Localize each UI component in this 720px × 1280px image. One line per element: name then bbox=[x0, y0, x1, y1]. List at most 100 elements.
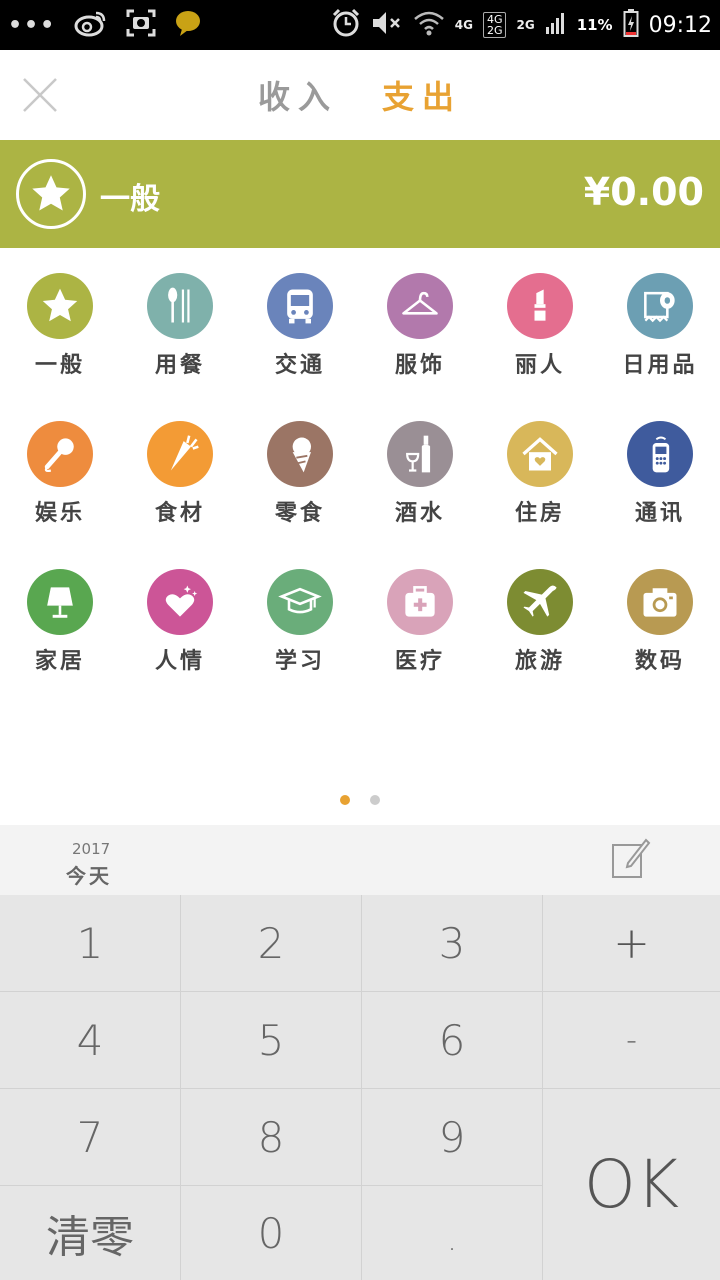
muted-volume-icon bbox=[371, 9, 403, 41]
key-3[interactable]: 3 bbox=[362, 895, 543, 992]
category-item[interactable]: 人情 bbox=[120, 544, 240, 684]
category-item[interactable]: 服饰 bbox=[360, 248, 480, 388]
category-label: 学习 bbox=[274, 648, 325, 674]
category-item[interactable]: 学习 bbox=[240, 544, 360, 684]
heart-sparkle-icon bbox=[147, 569, 213, 635]
category-label: 酒水 bbox=[394, 500, 445, 526]
category-item[interactable]: 娱乐 bbox=[0, 396, 120, 536]
selected-category-banner: 一般 ¥0.00 bbox=[0, 140, 720, 248]
airplane-icon bbox=[507, 569, 573, 635]
key-plus[interactable]: + bbox=[543, 895, 720, 992]
category-item[interactable]: 医疗 bbox=[360, 544, 480, 684]
category-item[interactable]: 食材 bbox=[120, 396, 240, 536]
key-4[interactable]: 4 bbox=[0, 992, 181, 1089]
category-item[interactable]: 通讯 bbox=[600, 396, 720, 536]
more-notifications-icon: ••• bbox=[8, 12, 57, 38]
selected-category-name: 一般 bbox=[100, 182, 160, 217]
category-item[interactable]: 家居 bbox=[0, 544, 120, 684]
amount-display: ¥0.00 bbox=[583, 170, 704, 214]
edit-note-icon bbox=[612, 838, 651, 878]
category-label: 通讯 bbox=[634, 500, 685, 526]
toilet-paper-icon bbox=[627, 273, 693, 339]
key-8[interactable]: 8 bbox=[181, 1089, 362, 1186]
microphone-icon bbox=[27, 421, 93, 487]
date-year: 2017 bbox=[72, 840, 111, 858]
medical-kit-icon bbox=[387, 569, 453, 635]
network-2g-label: 2G bbox=[486, 24, 503, 37]
category-label: 医疗 bbox=[394, 648, 445, 674]
category-item[interactable]: 零食 bbox=[240, 396, 360, 536]
weibo-icon bbox=[74, 9, 108, 41]
phone-icon bbox=[627, 421, 693, 487]
alarm-icon bbox=[331, 8, 361, 42]
date-row: 2017 今天 bbox=[0, 825, 720, 895]
chat-bubble-icon bbox=[174, 9, 202, 41]
utensils-icon bbox=[147, 273, 213, 339]
category-item[interactable]: 丽人 bbox=[480, 248, 600, 388]
category-label: 食材 bbox=[154, 500, 205, 526]
dual-network-badge: 4G 2G bbox=[482, 12, 507, 38]
key-5[interactable]: 5 bbox=[181, 992, 362, 1089]
category-item[interactable]: 日用品 bbox=[600, 248, 720, 388]
battery-charging-icon bbox=[623, 8, 639, 42]
category-label: 家居 bbox=[34, 648, 85, 674]
ice-cream-icon bbox=[267, 421, 333, 487]
key-minus[interactable]: - bbox=[543, 992, 720, 1089]
clear-button[interactable]: 清零 bbox=[0, 1186, 181, 1280]
wifi-icon bbox=[413, 10, 445, 40]
category-label: 数码 bbox=[634, 648, 685, 674]
note-button[interactable] bbox=[608, 837, 652, 881]
category-item[interactable]: 一般 bbox=[0, 248, 120, 388]
tab-income[interactable]: 收入 bbox=[258, 72, 338, 118]
selected-category-icon bbox=[16, 159, 86, 229]
key-2[interactable]: 2 bbox=[181, 895, 362, 992]
category-item[interactable]: 用餐 bbox=[120, 248, 240, 388]
bottle-icon bbox=[387, 421, 453, 487]
network-2g-secondary: 2G bbox=[516, 17, 535, 32]
house-icon bbox=[507, 421, 573, 487]
category-label: 人情 bbox=[154, 648, 205, 674]
category-label: 娱乐 bbox=[34, 500, 85, 526]
graduation-cap-icon bbox=[267, 569, 333, 635]
page-indicator bbox=[0, 795, 720, 805]
star-icon bbox=[32, 175, 70, 211]
key-6[interactable]: 6 bbox=[362, 992, 543, 1089]
battery-percent: 11% bbox=[576, 16, 613, 34]
signal-icon bbox=[545, 11, 567, 39]
lipstick-icon bbox=[507, 273, 573, 339]
key-1[interactable]: 1 bbox=[0, 895, 181, 992]
status-bar: ••• 4G 4G 2G 2G 11% 09:12 bbox=[0, 0, 720, 50]
category-item[interactable]: 旅游 bbox=[480, 544, 600, 684]
category-item[interactable]: 住房 bbox=[480, 396, 600, 536]
category-label: 服饰 bbox=[394, 352, 445, 378]
category-item[interactable]: 交通 bbox=[240, 248, 360, 388]
category-label: 一般 bbox=[34, 352, 85, 378]
page-dot-1[interactable] bbox=[340, 795, 350, 805]
star-icon bbox=[27, 273, 93, 339]
ok-button[interactable]: OK bbox=[543, 1089, 720, 1280]
category-label: 用餐 bbox=[154, 352, 205, 378]
clock: 09:12 bbox=[648, 12, 712, 38]
key-0[interactable]: 0 bbox=[181, 1186, 362, 1280]
category-label: 交通 bbox=[274, 352, 325, 378]
key-7[interactable]: 7 bbox=[0, 1089, 181, 1186]
carrot-icon bbox=[147, 421, 213, 487]
date-label: 今天 bbox=[66, 864, 112, 888]
category-grid: 一般 用餐 交通 服饰 丽人 日用品娱乐 食材 零食 酒水 住房 通讯家居 人情 学习 医疗 旅游 数码 bbox=[0, 248, 720, 788]
screenshot-icon bbox=[126, 9, 156, 41]
key-9[interactable]: 9 bbox=[362, 1089, 543, 1186]
page-dot-2[interactable] bbox=[370, 795, 380, 805]
lamp-icon bbox=[27, 569, 93, 635]
category-item[interactable]: 数码 bbox=[600, 544, 720, 684]
category-label: 日用品 bbox=[622, 352, 698, 378]
network-type-label: 4G bbox=[454, 17, 473, 32]
camera-icon bbox=[627, 569, 693, 635]
category-label: 旅游 bbox=[514, 648, 565, 674]
category-label: 零食 bbox=[274, 500, 325, 526]
category-label: 住房 bbox=[514, 500, 565, 526]
category-item[interactable]: 酒水 bbox=[360, 396, 480, 536]
number-keypad: 1 2 3 + 4 5 6 - 7 8 9 OK 清零 0 . bbox=[0, 895, 720, 1280]
tab-expense[interactable]: 支出 bbox=[382, 72, 462, 118]
date-picker-button[interactable]: 2017 今天 bbox=[50, 825, 150, 895]
key-decimal[interactable]: . bbox=[362, 1186, 543, 1280]
